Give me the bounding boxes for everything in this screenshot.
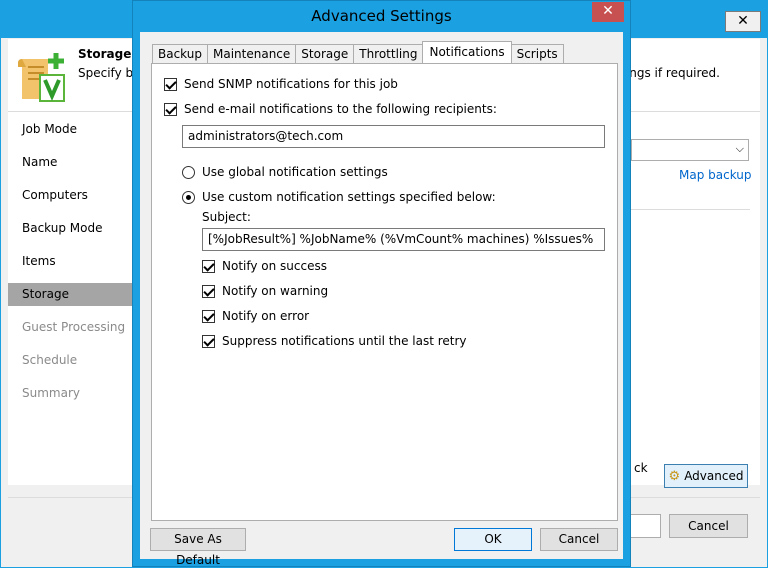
nav-item-guest-processing[interactable]: Guest Processing <box>8 316 133 339</box>
nav-item-name[interactable]: Name <box>8 151 133 174</box>
tab-maintenance[interactable]: Maintenance <box>207 44 297 63</box>
snmp-label: Send SNMP notifications for this job <box>184 77 398 91</box>
cancel-button[interactable]: Cancel <box>540 528 618 551</box>
tab-notifications[interactable]: Notifications <box>422 41 512 63</box>
tab-storage[interactable]: Storage <box>295 44 355 63</box>
dialog-close-button[interactable]: ✕ <box>592 2 624 22</box>
suppress-label: Suppress notifications until the last re… <box>222 334 467 348</box>
email-label: Send e-mail notifications to the followi… <box>184 102 497 116</box>
custom-settings-label: Use custom notification settings specifi… <box>202 190 496 204</box>
nav-item-backup-mode[interactable]: Backup Mode <box>8 217 133 240</box>
wizard-step-nav: Job Mode Name Computers Backup Mode Items Sto… <box>8 112 133 485</box>
email-checkbox[interactable] <box>164 102 177 116</box>
dialog-title: Advanced Settings <box>311 7 452 25</box>
advanced-button[interactable]: ⚙ Advanced <box>664 464 748 488</box>
advanced-settings-dialog: Advanced Settings ✕ Backup Maintenance Sto… <box>132 0 631 567</box>
global-settings-option[interactable]: Use global notification settings <box>182 165 388 179</box>
global-settings-radio[interactable] <box>182 165 195 179</box>
chevron-down-icon: ⌵ <box>735 142 744 155</box>
save-as-default-button[interactable]: Save As Default <box>150 528 246 567</box>
gear-icon: ⚙ <box>668 468 681 484</box>
wizard-step-subtitle-end: ngs if required. <box>629 66 720 80</box>
snmp-checkbox[interactable] <box>164 77 177 91</box>
notify-warning-label: Notify on warning <box>222 284 329 298</box>
wizard-step-title: Storage <box>78 47 132 61</box>
email-option[interactable]: Send e-mail notifications to the followi… <box>164 102 497 116</box>
subject-field[interactable]: [%JobResult%] %JobName% (%VmCount% machi… <box>202 228 605 251</box>
partial-text: ck <box>634 461 648 475</box>
snmp-option[interactable]: Send SNMP notifications for this job <box>164 77 398 91</box>
wizard-cancel-button[interactable]: Cancel <box>669 514 748 538</box>
notify-warning-option[interactable]: Notify on warning <box>202 284 328 298</box>
notify-error-label: Notify on error <box>222 309 310 323</box>
recipients-field[interactable]: administrators@tech.com <box>182 125 605 148</box>
tab-scripts[interactable]: Scripts <box>510 44 564 63</box>
notify-success-checkbox[interactable] <box>202 259 215 273</box>
nav-item-job-mode[interactable]: Job Mode <box>8 118 133 141</box>
advanced-button-label: Advanced <box>684 469 744 483</box>
tab-backup[interactable]: Backup <box>152 44 208 63</box>
notify-error-checkbox[interactable] <box>202 309 215 323</box>
notify-error-option[interactable]: Notify on error <box>202 309 309 323</box>
dialog-body: Backup Maintenance Storage Throttling Notifi… <box>140 32 623 567</box>
nav-item-items[interactable]: Items <box>8 250 133 273</box>
ok-button[interactable]: OK <box>454 528 532 551</box>
nav-item-computers[interactable]: Computers <box>8 184 133 207</box>
storage-step-icon <box>18 53 65 102</box>
suppress-checkbox[interactable] <box>202 334 215 348</box>
tab-throttling[interactable]: Throttling <box>353 44 424 63</box>
global-settings-label: Use global notification settings <box>202 165 388 179</box>
wizard-close-button[interactable]: ✕ <box>725 11 761 32</box>
custom-settings-option[interactable]: Use custom notification settings specifi… <box>182 190 496 204</box>
nav-item-summary[interactable]: Summary <box>8 382 133 405</box>
nav-item-storage[interactable]: Storage <box>8 283 133 306</box>
notify-warning-checkbox[interactable] <box>202 284 215 298</box>
custom-settings-radio[interactable] <box>182 190 195 204</box>
notifications-tab-panel: Send SNMP notifications for this job Sen… <box>151 63 618 521</box>
settings-tab-strip: Backup Maintenance Storage Throttling Notifi… <box>152 41 564 63</box>
nav-item-schedule[interactable]: Schedule <box>8 349 133 372</box>
suppress-option[interactable]: Suppress notifications until the last re… <box>202 334 467 348</box>
subject-label: Subject: <box>202 210 251 224</box>
notify-success-option[interactable]: Notify on success <box>202 259 327 273</box>
map-backup-link[interactable]: Map backup <box>679 168 752 182</box>
notify-success-label: Notify on success <box>222 259 327 273</box>
repository-dropdown[interactable]: ⌵ <box>631 139 749 161</box>
content-divider <box>631 209 750 210</box>
